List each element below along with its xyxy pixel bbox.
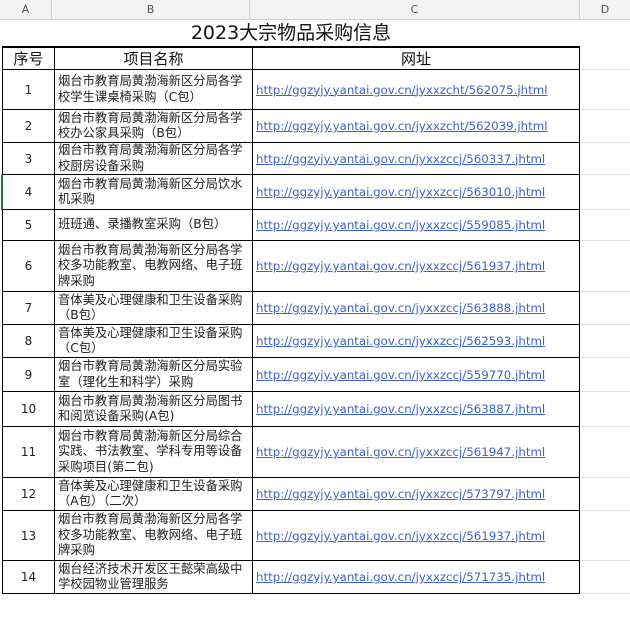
row-index-cell[interactable]: 5 xyxy=(2,209,55,241)
empty-cell-d[interactable] xyxy=(580,48,630,70)
empty-cell-d[interactable] xyxy=(580,110,630,143)
row-index-cell[interactable]: 4 xyxy=(2,174,55,210)
procurement-link[interactable]: http://ggzyjy.yantai.gov.cn/jyxxzccj/562… xyxy=(256,334,545,348)
row-index-cell[interactable]: 7 xyxy=(2,291,55,325)
url-cell[interactable]: http://ggzyjy.yantai.gov.cn/jyxxzccj/559… xyxy=(252,357,580,392)
procurement-link[interactable]: http://ggzyjy.yantai.gov.cn/jyxxzccj/559… xyxy=(256,368,545,382)
empty-cell-d[interactable] xyxy=(580,70,630,110)
procurement-link[interactable]: http://ggzyjy.yantai.gov.cn/jyxxzccj/560… xyxy=(256,152,545,166)
column-header-c[interactable]: C xyxy=(250,0,580,19)
procurement-link[interactable]: http://ggzyjy.yantai.gov.cn/jyxxzccj/563… xyxy=(256,301,545,315)
empty-cell-d[interactable] xyxy=(580,175,630,210)
url-cell[interactable]: http://ggzyjy.yantai.gov.cn/jyxxzccj/562… xyxy=(252,324,580,358)
project-name-cell[interactable]: 烟台市教育局黄渤海新区分局各学校多功能教室、电教网络、电子班牌采购 xyxy=(54,510,253,561)
project-name-cell[interactable]: 音体美及心理健康和卫生设备采购（A包）（二次） xyxy=(54,477,253,511)
project-name-cell[interactable]: 烟台市教育局黄渤海新区分局饮水机采购 xyxy=(54,174,253,210)
procurement-link[interactable]: http://ggzyjy.yantai.gov.cn/jyxxzccj/573… xyxy=(256,487,545,501)
procurement-link[interactable]: http://ggzyjy.yantai.gov.cn/jyxxzccj/561… xyxy=(256,259,545,273)
row-index-cell[interactable]: 6 xyxy=(2,240,55,292)
row-index-cell[interactable]: 14 xyxy=(2,560,55,594)
table-row: 3 烟台市教育局黄渤海新区分局各学校厨房设备采购 http://ggzyjy.yan… xyxy=(2,142,580,175)
project-name-cell[interactable]: 烟台市教育局黄渤海新区分局图书和阅览设备采购(A包) xyxy=(54,391,253,427)
project-name-cell[interactable]: 烟台市教育局黄渤海新区分局实验室（理化生和科学）采购 xyxy=(54,357,253,392)
active-cell-indicator xyxy=(1,174,3,210)
empty-cell-d[interactable] xyxy=(580,210,630,241)
empty-cell-d[interactable] xyxy=(580,478,630,511)
row-index-cell[interactable]: 1 xyxy=(2,69,55,110)
table-row: 12 音体美及心理健康和卫生设备采购（A包）（二次） http://ggzyjy.y… xyxy=(2,477,580,511)
project-name-cell[interactable]: 烟台市教育局黄渤海新区分局各学校厨房设备采购 xyxy=(54,142,253,175)
url-cell[interactable]: http://ggzyjy.yantai.gov.cn/jyxxzccj/561… xyxy=(252,510,580,561)
table-row: 9 烟台市教育局黄渤海新区分局实验室（理化生和科学）采购 http://ggzyjy… xyxy=(2,357,580,392)
project-name-cell[interactable]: 烟台市教育局黄渤海新区分局各学校学生课桌椅采购（C包） xyxy=(54,69,253,110)
url-cell[interactable]: http://ggzyjy.yantai.gov.cn/jyxxzccj/563… xyxy=(252,391,580,427)
url-cell[interactable]: http://ggzyjy.yantai.gov.cn/jyxxzccj/561… xyxy=(252,426,580,478)
project-name-cell[interactable]: 音体美及心理健康和卫生设备采购（C包） xyxy=(54,324,253,358)
table-row: 13 烟台市教育局黄渤海新区分局各学校多功能教室、电教网络、电子班牌采购 http:… xyxy=(2,510,580,561)
column-header-bar: A B C D xyxy=(0,0,630,20)
table-row: 6 烟台市教育局黄渤海新区分局各学校多功能教室、电教网络、电子班牌采购 http:/… xyxy=(2,240,580,292)
table-row: 11 烟台市教育局黄渤海新区分局综合实践、书法教室、学科专用等设备采购项目(第二包… xyxy=(2,426,580,478)
header-index[interactable]: 序号 xyxy=(2,47,55,70)
url-cell[interactable]: http://ggzyjy.yantai.gov.cn/jyxxzccj/560… xyxy=(252,142,580,175)
row-index-cell[interactable]: 2 xyxy=(2,109,55,143)
procurement-link[interactable]: http://ggzyjy.yantai.gov.cn/jyxxzccj/561… xyxy=(256,445,545,459)
procurement-link[interactable]: http://ggzyjy.yantai.gov.cn/jyxxzcht/562… xyxy=(256,83,548,97)
url-cell[interactable]: http://ggzyjy.yantai.gov.cn/jyxxzccj/571… xyxy=(252,560,580,594)
table-row: 1 烟台市教育局黄渤海新区分局各学校学生课桌椅采购（C包） http://ggzyj… xyxy=(2,69,580,110)
row-index-cell[interactable]: 8 xyxy=(2,324,55,358)
column-header-d[interactable]: D xyxy=(580,0,630,19)
empty-cell-d[interactable] xyxy=(580,241,630,292)
table-row: 8 音体美及心理健康和卫生设备采购（C包） http://ggzyjy.yantai… xyxy=(2,324,580,358)
column-header-b[interactable]: B xyxy=(52,0,250,19)
table-row: 14 烟台经济技术开发区王懿荣高级中学校园物业管理服务 http://ggzyjy.… xyxy=(2,560,580,594)
procurement-link[interactable]: http://ggzyjy.yantai.gov.cn/jyxxzccj/563… xyxy=(256,402,545,416)
url-cell[interactable]: http://ggzyjy.yantai.gov.cn/jyxxzccj/573… xyxy=(252,477,580,511)
procurement-link[interactable]: http://ggzyjy.yantai.gov.cn/jyxxzccj/571… xyxy=(256,570,545,584)
url-cell[interactable]: http://ggzyjy.yantai.gov.cn/jyxxzcht/562… xyxy=(252,109,580,143)
table-header-row: 序号 项目名称 网址 xyxy=(2,47,580,70)
row-index-cell[interactable]: 11 xyxy=(2,426,55,478)
empty-cell-d[interactable] xyxy=(580,292,630,325)
url-cell[interactable]: http://ggzyjy.yantai.gov.cn/jyxxzccj/563… xyxy=(252,291,580,325)
empty-cell-d[interactable] xyxy=(580,392,630,427)
row-index-cell[interactable]: 3 xyxy=(2,142,55,175)
row-index-cell[interactable]: 13 xyxy=(2,510,55,561)
empty-cell-d[interactable] xyxy=(580,561,630,594)
empty-cell-d[interactable] xyxy=(580,358,630,392)
column-header-a[interactable]: A xyxy=(0,0,52,19)
empty-cell-d[interactable] xyxy=(580,427,630,478)
project-name-cell[interactable]: 班班通、录播教室采购（B包） xyxy=(54,209,253,241)
sheet-title[interactable]: 2023大宗物品采购信息 xyxy=(2,20,580,47)
procurement-link[interactable]: http://ggzyjy.yantai.gov.cn/jyxxzccj/559… xyxy=(256,218,545,232)
empty-cell-d[interactable] xyxy=(580,325,630,358)
table-row: 5 班班通、录播教室采购（B包） http://ggzyjy.yantai.gov.… xyxy=(2,209,580,241)
url-cell[interactable]: http://ggzyjy.yantai.gov.cn/jyxxzccj/559… xyxy=(252,209,580,241)
header-url[interactable]: 网址 xyxy=(252,47,580,70)
table-row: 10 烟台市教育局黄渤海新区分局图书和阅览设备采购(A包) http://ggzyj… xyxy=(2,391,580,427)
url-cell[interactable]: http://ggzyjy.yantai.gov.cn/jyxxzccj/561… xyxy=(252,240,580,292)
url-cell[interactable]: http://ggzyjy.yantai.gov.cn/jyxxzccj/563… xyxy=(252,174,580,210)
empty-cell-d[interactable] xyxy=(580,511,630,561)
url-cell[interactable]: http://ggzyjy.yantai.gov.cn/jyxxzcht/562… xyxy=(252,69,580,110)
procurement-link[interactable]: http://ggzyjy.yantai.gov.cn/jyxxzccj/561… xyxy=(256,529,545,543)
table-row: 7 音体美及心理健康和卫生设备采购（B包） http://ggzyjy.yantai… xyxy=(2,291,580,325)
project-name-cell[interactable]: 烟台经济技术开发区王懿荣高级中学校园物业管理服务 xyxy=(54,560,253,594)
table-row: 2 烟台市教育局黄渤海新区分局各学校办公家具采购（B包） http://ggzyjy… xyxy=(2,109,580,143)
project-name-cell[interactable]: 烟台市教育局黄渤海新区分局综合实践、书法教室、学科专用等设备采购项目(第二包) xyxy=(54,426,253,478)
procurement-table: 序号 项目名称 网址 1 烟台市教育局黄渤海新区分局各学校学生课桌椅采购（C包） h… xyxy=(2,47,580,594)
row-index-cell[interactable]: 10 xyxy=(2,391,55,427)
project-name-cell[interactable]: 烟台市教育局黄渤海新区分局各学校办公家具采购（B包） xyxy=(54,109,253,143)
procurement-link[interactable]: http://ggzyjy.yantai.gov.cn/jyxxzcht/562… xyxy=(256,119,548,133)
row-index-cell[interactable]: 9 xyxy=(2,357,55,392)
project-name-cell[interactable]: 音体美及心理健康和卫生设备采购（B包） xyxy=(54,291,253,325)
empty-cell-d[interactable] xyxy=(580,143,630,175)
row-index-cell[interactable]: 12 xyxy=(2,477,55,511)
header-project-name[interactable]: 项目名称 xyxy=(54,47,253,70)
table-row: 4 烟台市教育局黄渤海新区分局饮水机采购 http://ggzyjy.yantai.… xyxy=(2,174,580,210)
procurement-link[interactable]: http://ggzyjy.yantai.gov.cn/jyxxzccj/563… xyxy=(256,185,545,199)
project-name-cell[interactable]: 烟台市教育局黄渤海新区分局各学校多功能教室、电教网络、电子班牌采购 xyxy=(54,240,253,292)
